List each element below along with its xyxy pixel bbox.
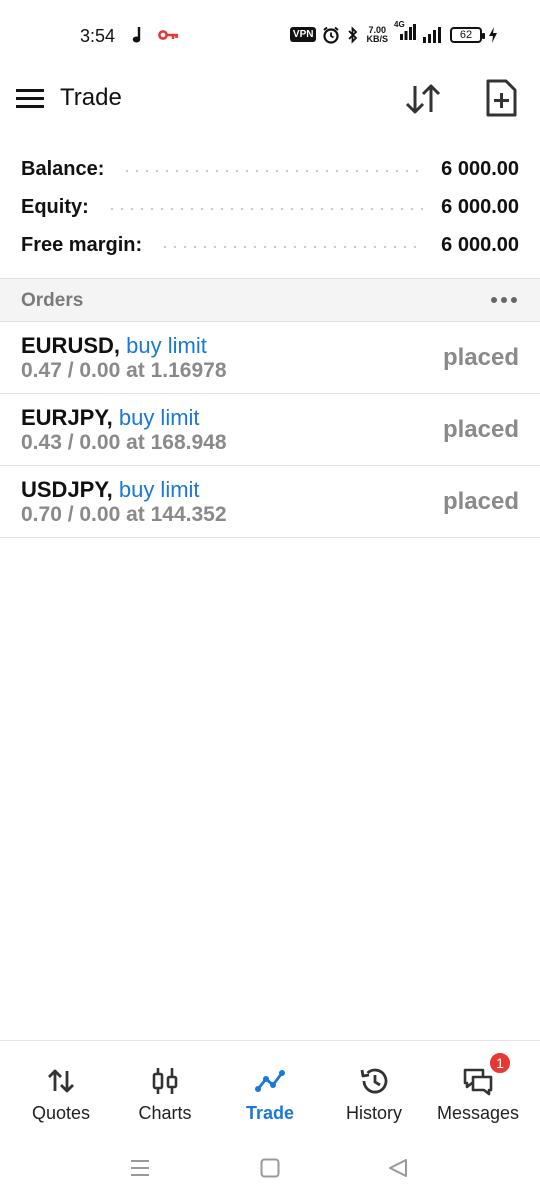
- orders-list: EURUSD, buy limit 0.47 / 0.00 at 1.16978…: [0, 322, 540, 538]
- dotted-leader: [122, 169, 424, 173]
- sort-icon[interactable]: [404, 80, 442, 118]
- equity-label: Equity:: [21, 195, 89, 218]
- balance-value: 6 000.00: [441, 157, 519, 180]
- nav-label: History: [345, 1103, 402, 1123]
- orders-title: Orders: [21, 290, 84, 311]
- order-type: buy limit: [126, 333, 207, 358]
- nav-messages[interactable]: 1 Messages: [424, 1041, 532, 1141]
- status-right-icons: VPN 7.00 KB/S 4G 62: [289, 20, 498, 45]
- menu-icon[interactable]: [16, 86, 44, 110]
- order-title: USDJPY, buy limit: [21, 477, 200, 503]
- status-time: 3:54: [80, 26, 116, 46]
- free-margin-row: Free margin: 6 000.00: [0, 226, 540, 264]
- order-row[interactable]: EURUSD, buy limit 0.47 / 0.00 at 1.16978…: [0, 322, 540, 394]
- home-icon[interactable]: [258, 1156, 282, 1180]
- nav-trade[interactable]: Trade: [216, 1041, 324, 1141]
- nav-charts[interactable]: Charts: [111, 1041, 219, 1141]
- nav-quotes[interactable]: Quotes: [7, 1041, 115, 1141]
- free-margin-value: 6 000.00: [441, 233, 519, 256]
- back-icon[interactable]: [386, 1156, 410, 1180]
- network-speed: 7.00 KB/S: [366, 25, 388, 44]
- charts-icon: [152, 1068, 178, 1094]
- order-type: buy limit: [118, 477, 200, 502]
- order-type: buy limit: [118, 405, 200, 430]
- page-title: Trade: [60, 84, 122, 111]
- speed-unit: KB/S: [366, 33, 388, 44]
- signal-4g: 4G: [394, 20, 416, 45]
- status-left-icons: [132, 26, 180, 44]
- status-bar: 3:54 VPN 7.00 KB/S 4G 62: [0, 0, 540, 72]
- order-status: placed: [442, 416, 519, 443]
- signal-icon: [423, 26, 441, 43]
- order-symbol: EURJPY,: [21, 405, 113, 430]
- nav-label: Quotes: [31, 1103, 91, 1123]
- order-row[interactable]: EURJPY, buy limit 0.43 / 0.00 at 168.948…: [0, 394, 540, 466]
- dotted-leader: [106, 207, 424, 211]
- balance-label: Balance:: [21, 157, 105, 180]
- dotted-leader: [160, 245, 424, 249]
- bottom-nav: Quotes Charts Trade History 1 Messages: [0, 1040, 540, 1140]
- equity-value: 6 000.00: [441, 195, 519, 218]
- order-details: 0.47 / 0.00 at 1.16978: [21, 359, 227, 382]
- order-details: 0.43 / 0.00 at 168.948: [21, 431, 227, 454]
- equity-row: Equity: 6 000.00: [0, 188, 540, 226]
- unread-badge: 1: [488, 1051, 512, 1075]
- nav-label: Charts: [138, 1103, 192, 1123]
- app-header: Trade: [0, 72, 540, 128]
- order-status: placed: [442, 344, 519, 371]
- balance-row: Balance: 6 000.00: [0, 150, 540, 188]
- charging-icon: [489, 26, 497, 43]
- vpn-badge: VPN: [289, 27, 317, 42]
- quotes-icon: [48, 1069, 74, 1093]
- recents-icon[interactable]: [128, 1156, 152, 1180]
- nav-label: Messages: [436, 1103, 520, 1123]
- battery-indicator: 62: [450, 26, 485, 43]
- order-status: placed: [442, 488, 519, 515]
- account-summary: Balance: 6 000.00 Equity: 6 000.00 Free …: [0, 150, 540, 264]
- bluetooth-icon: [348, 25, 358, 44]
- new-order-icon[interactable]: [482, 78, 520, 118]
- orders-section-header: Orders: [0, 278, 540, 322]
- music-note-icon: [132, 27, 141, 43]
- free-margin-label: Free margin:: [21, 233, 143, 256]
- history-icon: [360, 1068, 388, 1094]
- order-symbol: USDJPY,: [21, 477, 113, 502]
- network-type: 4G: [394, 20, 405, 29]
- more-options-icon[interactable]: [490, 291, 518, 309]
- nav-history[interactable]: History: [320, 1041, 428, 1141]
- key-icon: [158, 30, 178, 40]
- order-row[interactable]: USDJPY, buy limit 0.70 / 0.00 at 144.352…: [0, 466, 540, 538]
- order-symbol: EURUSD,: [21, 333, 121, 358]
- nav-label: Trade: [245, 1103, 295, 1123]
- order-title: EURUSD, buy limit: [21, 333, 207, 359]
- system-nav-bar: [0, 1140, 540, 1200]
- battery-level: 62: [459, 28, 473, 41]
- order-title: EURJPY, buy limit: [21, 405, 200, 431]
- order-details: 0.70 / 0.00 at 144.352: [21, 503, 227, 526]
- trade-icon: [255, 1070, 285, 1092]
- alarm-icon: [323, 26, 340, 44]
